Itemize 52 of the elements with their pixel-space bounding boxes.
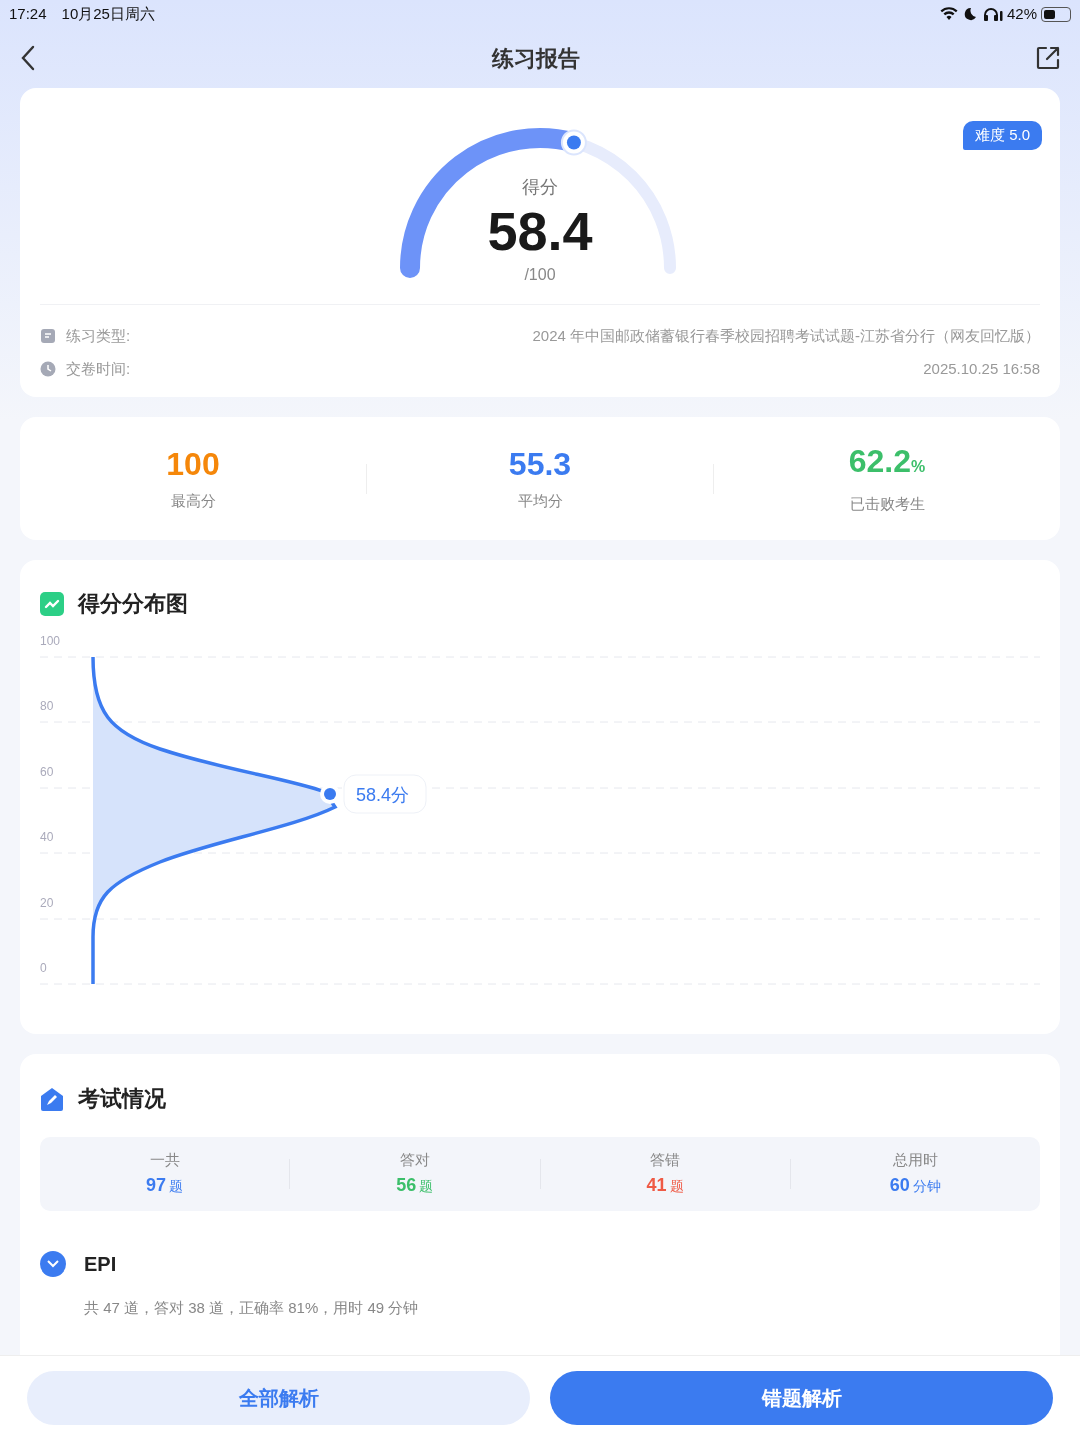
axis-label: 100 bbox=[40, 634, 61, 648]
page-title: 练习报告 bbox=[492, 44, 580, 73]
document-icon bbox=[40, 328, 56, 345]
gauge-thumb bbox=[560, 129, 587, 156]
section-title: 得分分布图 bbox=[78, 590, 188, 618]
axis-label: 60 bbox=[40, 765, 54, 779]
axis-label: 80 bbox=[40, 699, 54, 713]
subject-name: EPI bbox=[84, 1252, 117, 1277]
chevron-icon bbox=[47, 1260, 59, 1268]
summary-value: 97 题 bbox=[146, 1173, 184, 1197]
section-title: 考试情况 bbox=[78, 1085, 166, 1113]
moon-icon bbox=[963, 7, 977, 21]
status-date: 10月25日周六 bbox=[61, 3, 155, 24]
stat-label: 最高分 bbox=[170, 491, 216, 512]
action-button[interactable]: 全部解析 bbox=[27, 1371, 530, 1425]
status-time: 17:24 bbox=[9, 3, 47, 24]
info-label: 交卷时间: bbox=[66, 358, 131, 379]
summary-value: 41 题 bbox=[646, 1173, 684, 1197]
expand-toggle[interactable] bbox=[40, 1251, 66, 1277]
action-button[interactable]: 错题解析 bbox=[550, 1371, 1053, 1425]
info-label: 练习类型: bbox=[66, 326, 131, 346]
info-value: 2025.10.25 16:58 bbox=[923, 358, 1040, 379]
score-label: 得分 bbox=[522, 176, 558, 199]
axis-label: 40 bbox=[40, 830, 54, 844]
summary-label: 一共 bbox=[149, 1150, 180, 1171]
stat-label: 已击败考生 bbox=[849, 494, 925, 515]
clock-icon bbox=[40, 360, 56, 377]
edit-icon bbox=[40, 1086, 64, 1111]
summary-label: 答错 bbox=[650, 1150, 681, 1171]
stat-value: 55.3 bbox=[508, 445, 572, 485]
battery-percent: 42% bbox=[1006, 3, 1037, 24]
score-total: /100 bbox=[524, 265, 556, 285]
share-icon[interactable] bbox=[1034, 44, 1062, 72]
score-marker bbox=[320, 784, 340, 804]
axis-label: 0 bbox=[40, 961, 47, 975]
stat-value: 100 bbox=[166, 445, 220, 485]
headphones-icon bbox=[982, 7, 1003, 21]
subject-detail: 共 47 道，答对 38 道，正确率 81%，用时 49 分钟 bbox=[84, 1298, 420, 1318]
battery-icon bbox=[1041, 6, 1071, 22]
score-value: 58.4 bbox=[487, 201, 593, 261]
summary-value: 60 分钟 bbox=[889, 1173, 941, 1197]
summary-value: 56 题 bbox=[396, 1173, 434, 1197]
chart-icon bbox=[40, 591, 64, 616]
difficulty-badge: 难度 5.0 bbox=[962, 121, 1042, 150]
info-value: 2024 年中国邮政储蓄银行春季校园招聘考试试题-江苏省分行（网友回忆版） bbox=[532, 326, 1040, 346]
marker-label: 58.4分 bbox=[356, 785, 410, 805]
summary-label: 答对 bbox=[399, 1150, 430, 1171]
wifi-icon bbox=[939, 7, 958, 21]
summary-label: 总用时 bbox=[892, 1150, 938, 1171]
stat-value: 62.2% bbox=[848, 442, 926, 482]
stat-label: 平均分 bbox=[517, 491, 563, 512]
axis-label: 20 bbox=[40, 896, 54, 910]
